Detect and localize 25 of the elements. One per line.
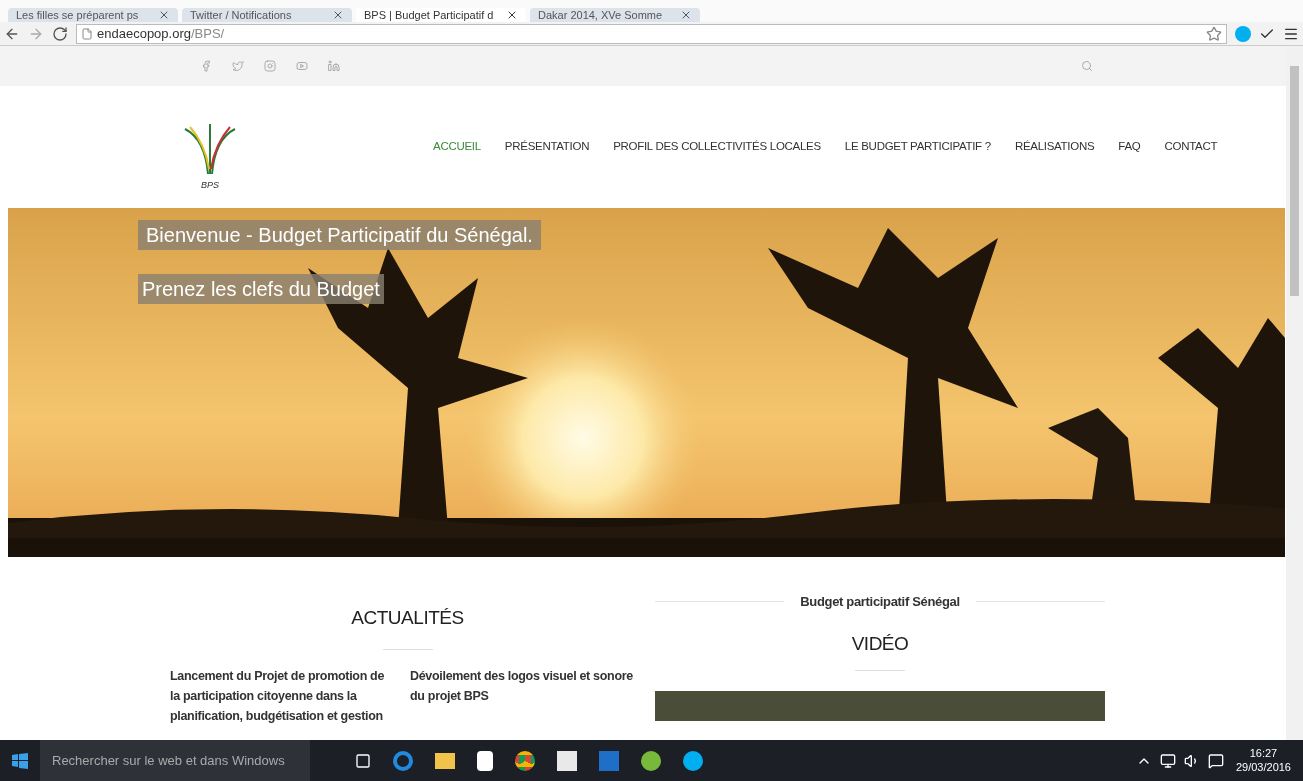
clock-date: 29/03/2016 (1235, 760, 1291, 775)
browser-tab[interactable]: BPS | Budget Participatif d (356, 8, 526, 22)
search-field[interactable]: Rechercher sur le web et dans Windows (40, 740, 310, 781)
browser-tab[interactable]: Dakar 2014, XVe Somme (530, 8, 700, 22)
section-heading: VIDÉO (851, 631, 909, 656)
browser-tab[interactable]: Les filles se préparent ps (8, 8, 178, 22)
logo[interactable]: BPS (175, 102, 245, 192)
logo-text: BPS (201, 178, 219, 192)
hero-title: Bienvenue - Budget Participatif du Sénégal. (138, 220, 541, 250)
nav-link[interactable]: FAQ (1118, 138, 1141, 156)
nav-link[interactable]: LE BUDGET PARTICIPATIF ? (844, 138, 991, 156)
section-heading: ACTUALITÉS (350, 606, 465, 630)
news-link[interactable]: Dévoilement des logos visuel et sonore du projet BPS (410, 665, 635, 726)
url-text: endaecopop.org/BPS/ (97, 24, 225, 43)
hero-subtitle: Prenez les clefs du Budget (138, 274, 384, 304)
nav-link[interactable]: ACCUEIL (433, 138, 481, 156)
nav-link[interactable]: PROFIL DES COLLECTIVITÉS LOCALES (613, 138, 821, 156)
nav-link[interactable]: PRÉSENTATION (504, 138, 590, 156)
news-link[interactable]: Lancement du Projet de promotion de la participation citoyenne dans la planification, budgétisation et gestion (170, 665, 395, 726)
address-bar[interactable]: endaecopop.org/BPS/ (76, 23, 1227, 44)
nav-link[interactable]: RÉALISATIONS (1014, 138, 1095, 156)
nav-link[interactable]: CONTACT (1164, 138, 1218, 156)
browser-tab[interactable]: Twitter / Notifications (182, 8, 352, 22)
clock-time: 16:27 (1249, 746, 1278, 761)
video-kicker: Budget participatif Sénégal (800, 593, 960, 611)
